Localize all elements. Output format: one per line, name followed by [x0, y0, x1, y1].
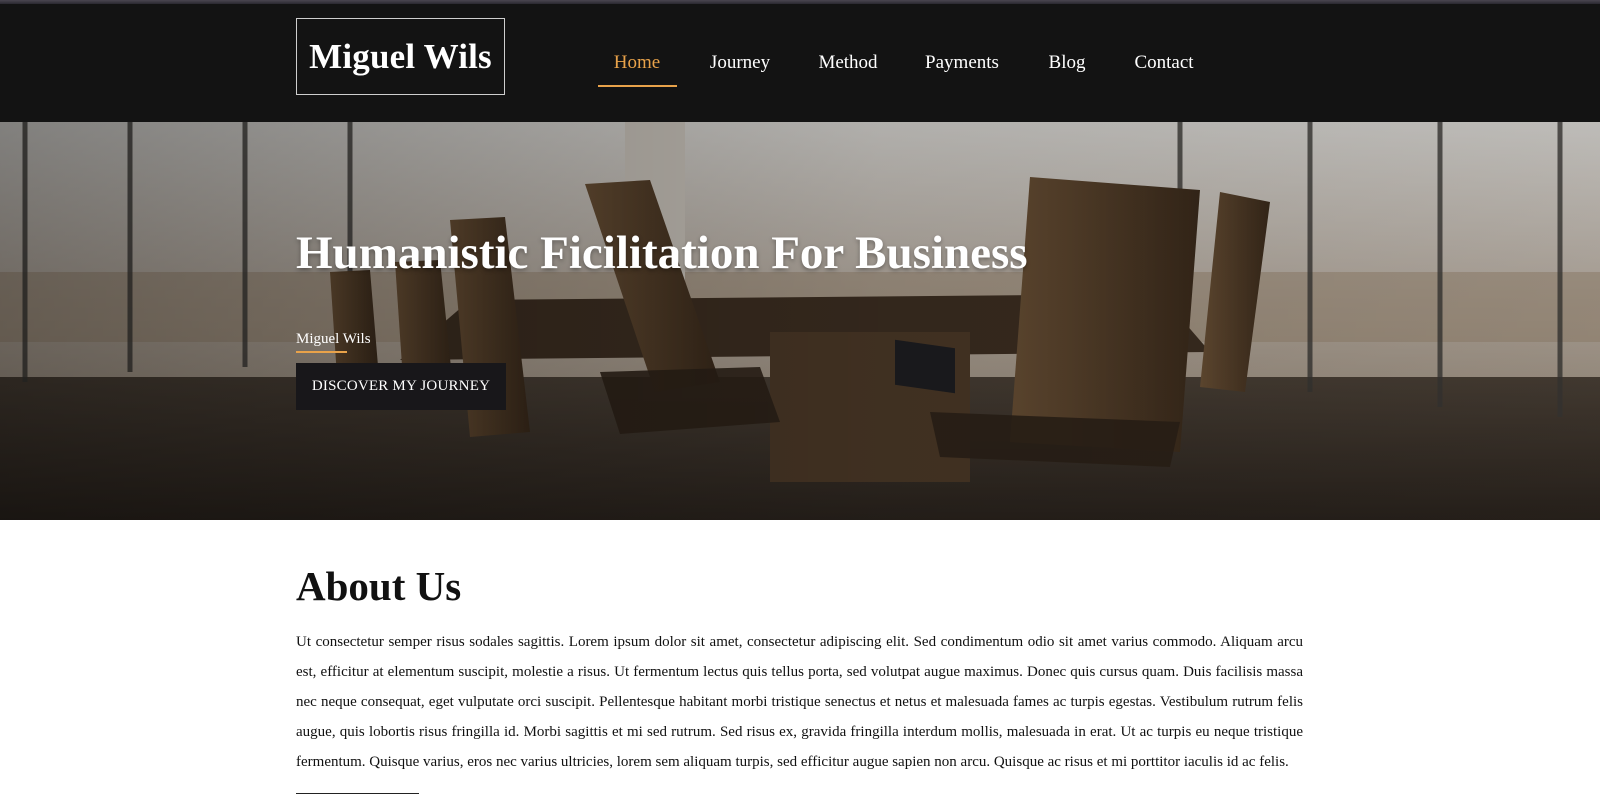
site-header: Miguel Wils Home Journey Method Payments…: [0, 4, 1600, 122]
subtitle-underline: [296, 351, 347, 353]
nav-item-method[interactable]: Method: [818, 52, 877, 74]
section-divider: [296, 793, 419, 794]
nav-item-journey[interactable]: Journey: [710, 52, 770, 74]
nav-item-contact[interactable]: Contact: [1134, 52, 1193, 74]
hero-banner: Humanistic Ficilitation For Business Mig…: [0, 122, 1600, 520]
hero-title: Humanistic Ficilitation For Business: [296, 227, 1028, 279]
about-body: Ut consectetur semper risus sodales sagi…: [296, 634, 1303, 770]
discover-journey-button[interactable]: DISCOVER MY JOURNEY: [296, 363, 506, 410]
about-title: About Us: [296, 563, 462, 609]
active-nav-underline: [598, 85, 677, 87]
site-logo[interactable]: Miguel Wils: [296, 18, 505, 95]
nav-item-blog[interactable]: Blog: [1049, 52, 1086, 74]
nav-item-home[interactable]: Home: [614, 52, 660, 74]
nav-item-payments[interactable]: Payments: [925, 52, 999, 74]
hero-subtitle: Miguel Wils: [296, 331, 371, 347]
